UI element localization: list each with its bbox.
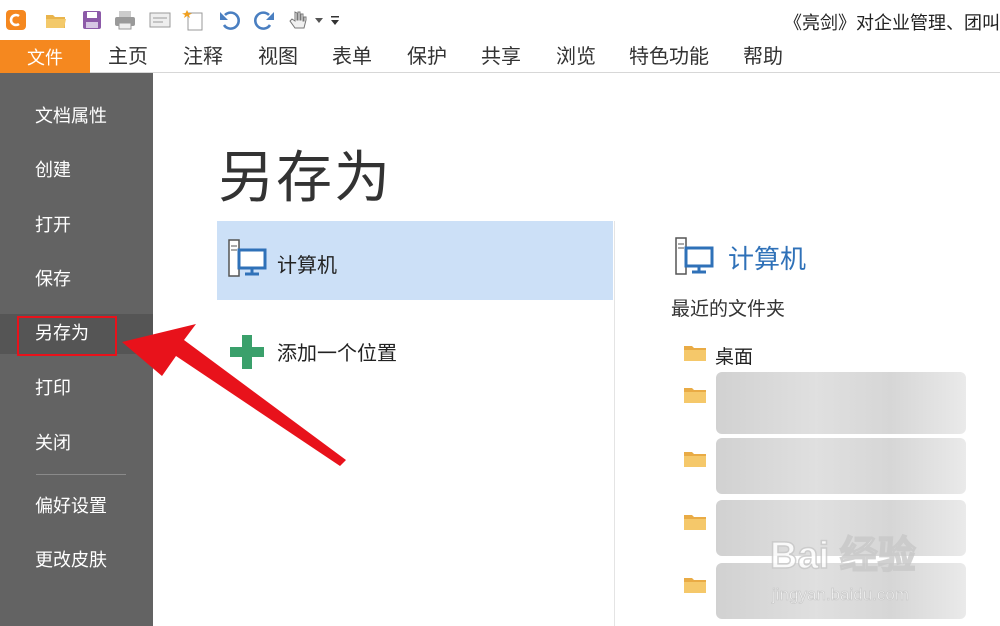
right-panel-title: 计算机 [728, 245, 807, 275]
new-icon[interactable] [182, 9, 206, 31]
customize-arrow-icon[interactable] [328, 9, 342, 31]
svg-text:Bai 经验: Bai 经验 [770, 535, 916, 577]
save-icon[interactable] [80, 9, 104, 31]
baidu-jingyan-watermark: Bai 经验 jingyan.baidu.com [770, 534, 916, 604]
recent-folder-blurred[interactable] [716, 438, 966, 494]
open-folder-icon[interactable] [44, 9, 68, 31]
app-logo-icon[interactable] [4, 9, 28, 31]
folder-icon [684, 346, 706, 361]
menu-help[interactable]: 帮助 [743, 40, 783, 73]
svg-text:jingyan.baidu.com: jingyan.baidu.com [771, 585, 909, 604]
undo-icon[interactable] [218, 9, 242, 31]
computer-icon [228, 239, 267, 277]
highlight-box [17, 316, 117, 356]
computer-icon [675, 237, 714, 275]
folder-icon [684, 515, 706, 530]
menu-form[interactable]: 表单 [332, 40, 372, 73]
quick-access-toolbar: 《亮剑》对企业管理、团叫 [0, 0, 1000, 40]
folder-icon [684, 388, 706, 403]
recent-folders-label: 最近的文件夹 [671, 298, 786, 320]
dropdown-arrow-icon[interactable] [312, 9, 326, 31]
redo-icon[interactable] [252, 9, 276, 31]
hand-tool-icon[interactable] [286, 9, 310, 31]
sidebar-item-open[interactable]: 打开 [0, 206, 153, 246]
menu-comment[interactable]: 注释 [183, 40, 223, 73]
window-title: 《亮剑》对企业管理、团叫 [784, 13, 1000, 34]
save-location-list: 计算机 [217, 221, 613, 300]
sidebar-item-create[interactable]: 创建 [0, 151, 153, 191]
menu-file-tab[interactable]: 文件 [0, 40, 90, 73]
sidebar-item-save[interactable]: 保存 [0, 260, 153, 300]
sidebar-item-preferences[interactable]: 偏好设置 [0, 487, 153, 527]
location-computer[interactable]: 计算机 [217, 221, 613, 300]
sidebar-divider [36, 474, 126, 475]
menu-view[interactable]: 视图 [258, 40, 298, 73]
page-title: 另存为 [218, 146, 392, 211]
sidebar-item-change-skin[interactable]: 更改皮肤 [0, 541, 153, 581]
menu-browse[interactable]: 浏览 [556, 40, 596, 73]
menu-features[interactable]: 特色功能 [629, 40, 709, 73]
menu-bar: 文件 主页 注释 视图 表单 保护 共享 浏览 特色功能 帮助 [0, 40, 1000, 73]
menu-protect[interactable]: 保护 [407, 40, 447, 73]
location-computer-label: 计算机 [277, 253, 337, 277]
folder-icon [684, 452, 706, 467]
menu-home[interactable]: 主页 [108, 40, 148, 73]
recent-folder-desktop[interactable]: 桌面 [715, 342, 753, 369]
annotation-arrow [122, 324, 346, 466]
menu-share[interactable]: 共享 [481, 40, 521, 73]
folder-icon [684, 578, 706, 593]
panel-divider [614, 221, 615, 626]
recent-folder-blurred[interactable] [716, 372, 966, 434]
scan-icon[interactable] [148, 9, 172, 31]
sidebar-item-properties[interactable]: 文档属性 [0, 97, 153, 137]
print-icon[interactable] [113, 9, 137, 31]
